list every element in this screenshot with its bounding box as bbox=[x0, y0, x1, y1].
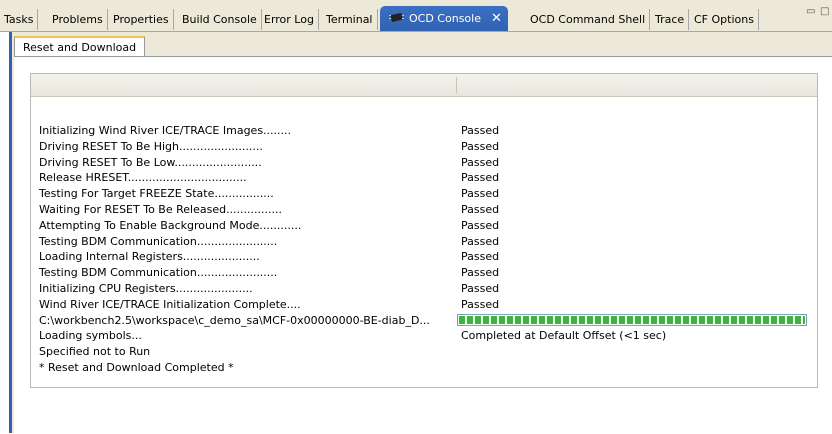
step-label: Testing For Target FREEZE State.........… bbox=[39, 187, 274, 201]
status-text: Passed bbox=[461, 124, 500, 137]
tab-trace[interactable]: Trace bbox=[651, 9, 690, 30]
column-separator[interactable] bbox=[456, 77, 457, 93]
status-text: Passed bbox=[461, 155, 500, 169]
status-text: Passed bbox=[461, 250, 500, 264]
step-label: Waiting For RESET To Be Released........… bbox=[39, 202, 283, 216]
subtab-label: Reset and Download bbox=[23, 41, 137, 54]
status-text: Passed bbox=[461, 218, 500, 232]
symbols-status: Completed at Default Offset (<1 sec) bbox=[461, 329, 667, 343]
tab-build-console[interactable]: Build Console bbox=[178, 9, 262, 30]
chip-icon bbox=[389, 12, 404, 22]
step-label: Attempting To Enable Background Mode....… bbox=[39, 218, 302, 232]
tab-label: Problems bbox=[52, 13, 103, 26]
tab-label: Terminal bbox=[326, 13, 373, 26]
step-label: Driving RESET To Be Low.................… bbox=[39, 155, 262, 169]
ocd-console-view: Reset and Download Initializing Wind Riv… bbox=[9, 32, 832, 434]
results-panel: Initializing Wind River ICE/TRACE Images… bbox=[30, 73, 818, 388]
step-label: Testing BDM Communication...............… bbox=[39, 266, 278, 280]
download-progress-bar bbox=[457, 313, 807, 326]
panel-header bbox=[31, 74, 817, 97]
tab-terminal[interactable]: Terminal bbox=[322, 9, 378, 30]
step-label: Initializing CPU Registers..............… bbox=[39, 281, 253, 295]
status-text: Passed bbox=[461, 297, 500, 311]
status-text: Passed bbox=[461, 234, 500, 248]
tab-properties[interactable]: Properties bbox=[109, 9, 174, 30]
step-label: Driving RESET To Be High................… bbox=[39, 139, 263, 153]
step-label: Loading Internal Registers..............… bbox=[39, 250, 260, 264]
tab-problems[interactable]: Problems bbox=[48, 9, 108, 30]
step-label: Release HRESET..........................… bbox=[39, 171, 247, 185]
status-text: Passed bbox=[461, 139, 500, 153]
minimize-icon[interactable]: ▭ bbox=[806, 6, 815, 17]
tab-cf-options[interactable]: CF Options bbox=[690, 9, 759, 30]
status-text: Passed bbox=[461, 202, 500, 216]
status-text: Passed bbox=[461, 266, 500, 280]
tab-label: Error Log bbox=[264, 13, 314, 26]
tab-label: Tasks bbox=[4, 13, 34, 26]
progress-fill bbox=[459, 315, 805, 324]
completed-text: * Reset and Download Completed * bbox=[39, 360, 234, 374]
console-content: Initializing Wind River ICE/TRACE Images… bbox=[14, 56, 832, 434]
tab-label: Build Console bbox=[182, 13, 257, 26]
status-text: Passed bbox=[461, 281, 500, 295]
view-tab-bar: Tasks Problems Properties Build Console … bbox=[0, 0, 832, 32]
tab-label: CF Options bbox=[694, 13, 754, 26]
status-text: Passed bbox=[461, 171, 500, 185]
tab-label: OCD Console bbox=[409, 12, 481, 25]
tab-error-log[interactable]: Error Log bbox=[260, 9, 319, 30]
not-run-text: Specified not to Run bbox=[39, 345, 151, 359]
close-icon[interactable]: ✕ bbox=[491, 6, 502, 32]
symbols-label: Loading symbols... bbox=[39, 329, 142, 343]
maximize-icon[interactable]: □ bbox=[820, 6, 829, 17]
step-label: Initializing Wind River ICE/TRACE Images… bbox=[39, 124, 292, 137]
tab-label: OCD Command Shell bbox=[530, 13, 646, 26]
tab-ocd-console[interactable]: OCD Console ✕ bbox=[380, 6, 508, 31]
tab-label: Properties bbox=[113, 13, 169, 26]
status-text: Passed bbox=[461, 187, 500, 201]
tab-tasks[interactable]: Tasks bbox=[0, 9, 39, 30]
tab-ocd-command-shell[interactable]: OCD Command Shell bbox=[526, 9, 651, 30]
step-label: Testing BDM Communication...............… bbox=[39, 234, 278, 248]
subtab-reset-and-download[interactable]: Reset and Download bbox=[14, 36, 146, 56]
download-path: C:\workbench2.5\workspace\c_demo_sa\MCF-… bbox=[39, 313, 430, 327]
step-label: Wind River ICE/TRACE Initialization Comp… bbox=[39, 297, 301, 311]
tab-label: Trace bbox=[655, 13, 685, 26]
